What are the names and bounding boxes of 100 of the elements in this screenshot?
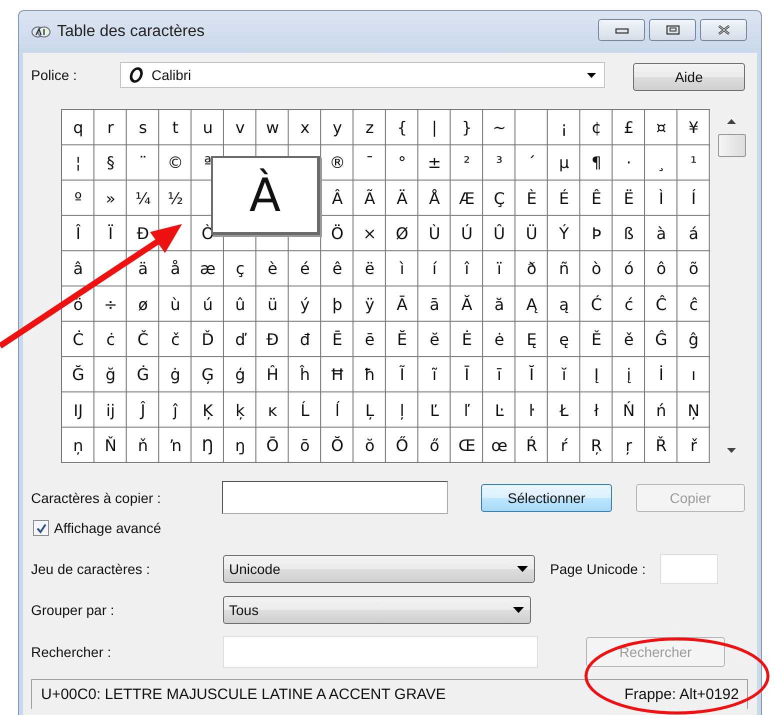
character-cell[interactable]: ¡ [548,110,580,146]
character-cell[interactable]: Ê [580,180,613,216]
character-cell[interactable]: ŗ [612,428,646,463]
character-cell[interactable]: í [418,251,451,286]
character-cell[interactable]: ö [62,286,94,322]
character-cell[interactable]: Ë [612,180,646,216]
character-cell[interactable]: Û [483,216,516,252]
character-cell[interactable]: ß [612,216,646,252]
character-cell[interactable]: Ĺ [288,392,322,428]
character-cell[interactable]: ń [645,392,678,428]
character-cell[interactable]: ¸ [645,145,678,181]
character-cell[interactable]: à [645,216,678,252]
character-cell[interactable]: ñ [548,251,580,286]
character-cell[interactable]: µ [548,145,580,181]
group-by-dropdown[interactable]: Tous [223,596,531,624]
character-cell[interactable]: £ [612,110,646,146]
character-cell[interactable]: w [256,110,289,146]
character-cell[interactable]: ë [354,251,386,286]
character-cell[interactable]: ē [354,322,386,358]
character-cell[interactable]: Ā [386,286,418,322]
character-cell[interactable]: Ĉ [645,286,678,322]
character-cell[interactable]: É [548,180,580,216]
character-cell[interactable]: Ð [126,216,160,252]
character-cell[interactable]: û [224,286,256,322]
character-cell[interactable]: Ã [354,180,386,216]
character-cell[interactable]: Č [126,322,160,358]
character-cell[interactable]: Ļ [354,392,386,428]
character-cell[interactable]: ō [288,428,322,463]
font-dropdown[interactable]: Calibri [120,62,605,88]
character-cell[interactable]: Ö [321,216,354,252]
character-cell[interactable]: ± [418,145,451,181]
character-cell[interactable]: œ [483,428,516,463]
character-cell[interactable]: ¤ [645,110,678,146]
character-cell[interactable]: ú [192,286,224,322]
character-cell[interactable]: ù [159,286,192,322]
character-cell[interactable]: Ą [515,286,548,322]
character-cell[interactable]: v [224,110,256,146]
character-cell[interactable]: ď [224,322,256,358]
character-cell[interactable]: Ĭ [515,357,548,392]
character-cell[interactable]: Ĥ [256,357,289,392]
character-cell[interactable]: y [321,110,354,146]
character-cell[interactable]: Ý [548,216,580,252]
character-cell[interactable]: ĺ [321,392,354,428]
character-cell[interactable]: é [288,251,322,286]
character-cell[interactable]: u [192,110,224,146]
character-cell[interactable]: Ĩ [386,357,418,392]
character-cell[interactable]: ¢ [580,110,613,146]
character-cell[interactable]: ň [126,428,160,463]
character-cell[interactable]: Ņ [677,392,710,428]
character-cell[interactable]: Ċ [62,322,94,358]
advanced-view-checkbox[interactable] [33,520,49,536]
character-cell[interactable]: Ú [450,216,484,252]
character-cell[interactable]: Į [580,357,613,392]
character-cell[interactable]: ´ [515,145,548,181]
character-cell[interactable]: þ [321,286,354,322]
character-cell[interactable]: Ï [94,216,127,252]
character-cell[interactable]: ā [418,286,451,322]
character-cell[interactable]: ĝ [677,322,710,358]
character-cell[interactable]: Ĳ [62,392,94,428]
character-cell[interactable]: ĩ [418,357,451,392]
character-cell[interactable]: Ĕ [386,322,418,358]
scroll-up-icon[interactable] [727,119,736,124]
help-button[interactable]: Aide [632,63,746,91]
character-cell[interactable]: Ď [192,322,224,358]
unicode-page-field[interactable] [660,554,718,584]
character-cell[interactable]: ŋ [224,428,256,463]
charset-dropdown[interactable]: Unicode [223,555,535,583]
character-cell[interactable]: Ň [94,428,127,463]
character-cell[interactable]: İ [645,357,678,392]
character-cell[interactable]: Ù [418,216,451,252]
character-cell[interactable]: ¦ [62,145,94,181]
scroll-down-icon[interactable] [727,448,736,453]
character-cell[interactable]: ģ [224,357,256,392]
character-cell[interactable]: Ę [515,322,548,358]
character-cell[interactable]: ŀ [515,392,548,428]
character-cell[interactable]: Ő [386,428,418,463]
character-cell[interactable]: ® [321,145,354,181]
character-cell[interactable]: ą [548,286,580,322]
character-cell[interactable]: ½ [159,180,192,216]
character-cell[interactable]: ü [256,286,289,322]
character-cell[interactable]: Ă [450,286,484,322]
character-cell[interactable]: Æ [450,180,484,216]
character-cell[interactable]: © [159,145,192,181]
character-cell[interactable]: Ø [386,216,418,252]
character-cell[interactable]: Å [418,180,451,216]
character-cell[interactable]: Ŏ [321,428,354,463]
character-cell[interactable]: ă [483,286,516,322]
character-cell[interactable]: Ü [515,216,548,252]
character-cell[interactable]: Ì [645,180,678,216]
character-cell[interactable]: ê [321,251,354,286]
character-cell[interactable]: Ĝ [645,322,678,358]
character-cell[interactable]: ÿ [354,286,386,322]
character-cell[interactable]: Ī [450,357,484,392]
character-cell[interactable]: Ė [450,322,484,358]
character-cell[interactable]: ļ [386,392,418,428]
character-cell[interactable]: â [62,251,94,286]
character-cell[interactable]: ĳ [94,392,127,428]
character-cell[interactable]: ì [386,251,418,286]
character-cell[interactable]: î [450,251,484,286]
character-cell[interactable]: ř [677,428,710,463]
